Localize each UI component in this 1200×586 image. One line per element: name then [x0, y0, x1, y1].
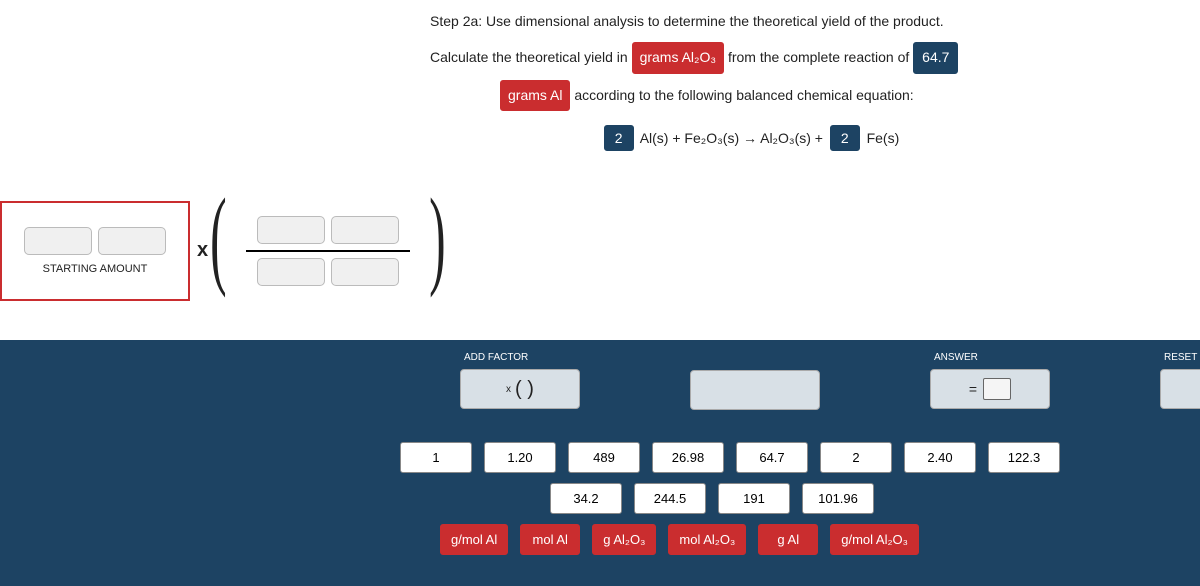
eq-text-2: Fe(s): [867, 130, 900, 146]
tile-64-7[interactable]: 64.7: [736, 442, 808, 473]
chip-64-7: 64.7: [913, 42, 958, 74]
blank-slot[interactable]: [690, 370, 820, 410]
tile-244-5[interactable]: 244.5: [634, 483, 706, 514]
instruction-line-2: grams Al according to the following bala…: [500, 80, 1150, 112]
tile-2[interactable]: 2: [820, 442, 892, 473]
tile-g-al[interactable]: g Al: [758, 524, 818, 555]
denominator-unit-slot[interactable]: [331, 258, 399, 286]
start-value-slot[interactable]: [24, 227, 92, 255]
instruction-line-1: Calculate the theoretical yield in grams…: [430, 42, 1150, 74]
tile-1[interactable]: 1: [400, 442, 472, 473]
tile-gmol-al2o3[interactable]: g/mol Al₂O₃: [830, 524, 919, 555]
tile-2-40[interactable]: 2.40: [904, 442, 976, 473]
start-unit-slot[interactable]: [98, 227, 166, 255]
eq-text-1: Al(s) + Fe₂O₃(s) → Al₂O₃(s) +: [640, 130, 823, 146]
answer-box: [983, 378, 1011, 400]
fraction-line: [246, 250, 410, 252]
equals-sign: =: [969, 381, 977, 397]
coef-2: 2: [830, 125, 860, 151]
work-area: STARTING AMOUNT x ( ): [0, 201, 1200, 321]
numerator-unit-slot[interactable]: [331, 216, 399, 244]
reset-button[interactable]: [1160, 369, 1200, 409]
denominator-value-slot[interactable]: [257, 258, 325, 286]
tile-mol-al2o3[interactable]: mol Al₂O₃: [668, 524, 746, 555]
add-factor-x: x: [506, 384, 511, 395]
answer-button[interactable]: =: [930, 369, 1050, 409]
multiply-symbol: x: [197, 239, 208, 262]
tile-gmol-al[interactable]: g/mol Al: [440, 524, 508, 555]
number-tile-row-1: 1 1.20 489 26.98 64.7 2 2.40 122.3: [400, 442, 1170, 473]
number-tile-row-2: 34.2 244.5 191 101.96: [550, 483, 1170, 514]
answer-label: ANSWER: [934, 352, 978, 363]
chip-grams-al2o3: grams Al₂O₃: [632, 42, 725, 74]
paren-right: ): [429, 189, 445, 285]
starting-amount-box: STARTING AMOUNT: [0, 201, 190, 301]
starting-amount-label: STARTING AMOUNT: [43, 263, 148, 275]
tile-101-96[interactable]: 101.96: [802, 483, 874, 514]
balanced-equation: 2 Al(s) + Fe₂O₃(s) → Al₂O₃(s) + 2 Fe(s): [350, 125, 1150, 151]
add-factor-button[interactable]: x ( ): [460, 369, 580, 409]
text-calc: Calculate the theoretical yield in: [430, 49, 628, 65]
text-according: according to the following balanced chem…: [574, 87, 913, 103]
tile-26-98[interactable]: 26.98: [652, 442, 724, 473]
coef-1: 2: [604, 125, 634, 151]
tile-1-20[interactable]: 1.20: [484, 442, 556, 473]
tile-191[interactable]: 191: [718, 483, 790, 514]
tile-489[interactable]: 489: [568, 442, 640, 473]
bottom-panel: ADD FACTOR x ( ) ANSWER = RESET: [0, 340, 1200, 586]
add-factor-label: ADD FACTOR: [464, 352, 528, 363]
paren-left: (: [210, 189, 226, 285]
step-title: Step 2a: Use dimensional analysis to det…: [430, 10, 1150, 34]
unit-tile-row: g/mol Al mol Al g Al₂O₃ mol Al₂O₃ g Al g…: [440, 524, 1170, 555]
add-factor-parens: ( ): [515, 378, 534, 401]
conversion-factor: ( ): [218, 203, 438, 299]
tile-34-2[interactable]: 34.2: [550, 483, 622, 514]
chip-grams-al: grams Al: [500, 80, 570, 112]
reset-label: RESET: [1164, 352, 1197, 363]
tile-g-al2o3[interactable]: g Al₂O₃: [592, 524, 656, 555]
tile-122-3[interactable]: 122.3: [988, 442, 1060, 473]
numerator-value-slot[interactable]: [257, 216, 325, 244]
tile-mol-al[interactable]: mol Al: [520, 524, 580, 555]
text-from: from the complete reaction of: [728, 49, 909, 65]
